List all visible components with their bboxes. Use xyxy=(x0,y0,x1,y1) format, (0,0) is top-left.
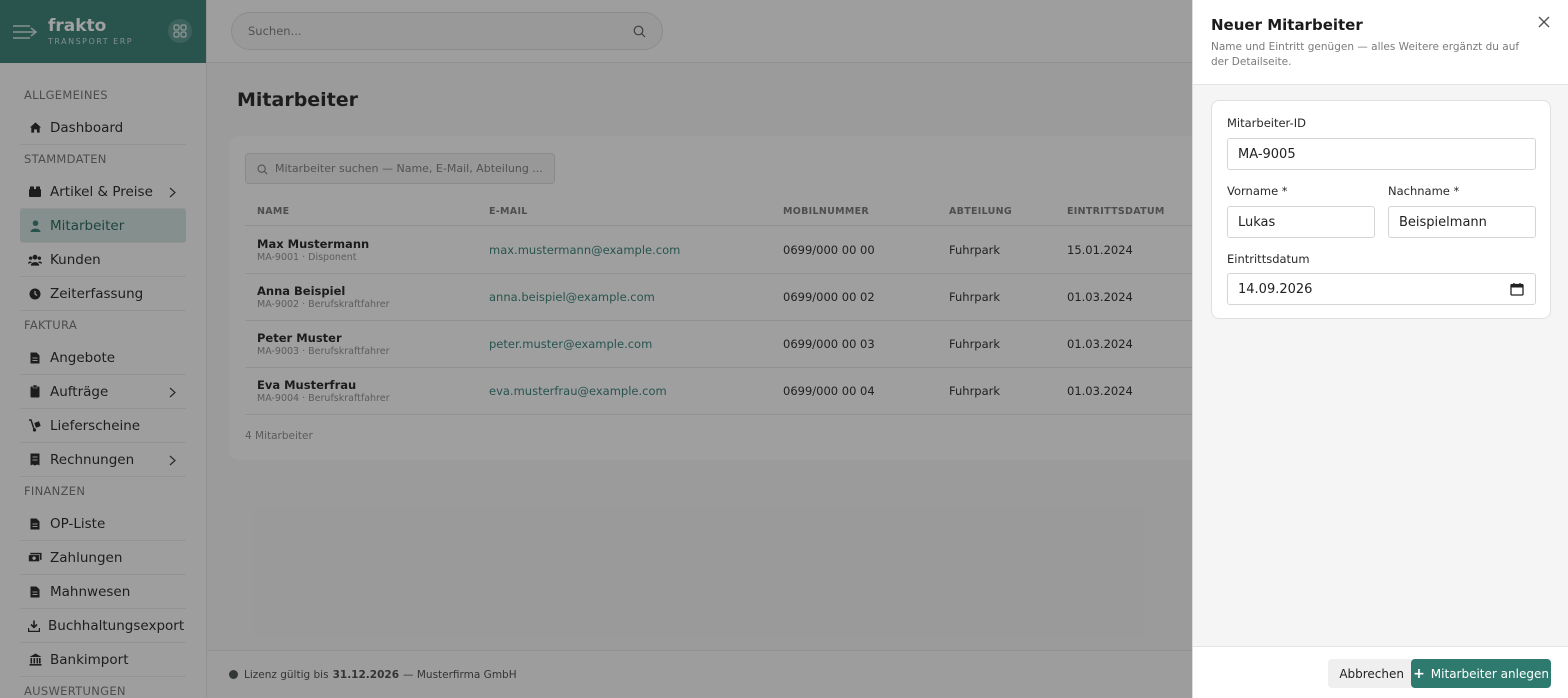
drawer-footer: Abbrechen + Mitarbeiter anlegen xyxy=(1193,646,1568,698)
start-date-value: 14.09.2026 xyxy=(1238,281,1313,297)
first-name-value: Lukas xyxy=(1238,214,1276,230)
employee-id-field[interactable]: MA-9005 xyxy=(1227,138,1536,170)
drawer-subtitle: Name und Eintritt genügen — alles Weiter… xyxy=(1211,41,1520,68)
create-employee-label: Mitarbeiter anlegen xyxy=(1430,666,1549,681)
cancel-button[interactable]: Abbrechen xyxy=(1328,659,1415,688)
modal-backdrop[interactable] xyxy=(0,0,1192,698)
employee-id-label: Mitarbeiter-ID xyxy=(1227,116,1306,130)
create-employee-button[interactable]: + Mitarbeiter anlegen xyxy=(1411,659,1551,688)
start-date-label: Eintrittsdatum xyxy=(1227,252,1310,266)
employee-id-value: MA-9005 xyxy=(1238,146,1296,162)
last-name-field[interactable]: Beispielmann xyxy=(1388,206,1536,238)
start-date-field[interactable]: 14.09.2026 xyxy=(1227,273,1536,305)
employee-form: Mitarbeiter-ID MA-9005 Vorname * Lukas N… xyxy=(1211,100,1551,319)
close-icon[interactable] xyxy=(1536,14,1552,30)
first-name-field[interactable]: Lukas xyxy=(1227,206,1375,238)
last-name-label: Nachname * xyxy=(1388,184,1460,198)
first-name-label: Vorname * xyxy=(1227,184,1288,198)
drawer-title: Neuer Mitarbeiter xyxy=(1211,16,1363,34)
drawer-header: Neuer Mitarbeiter Name und Eintritt genü… xyxy=(1193,0,1568,85)
plus-icon: + xyxy=(1413,665,1425,682)
new-employee-drawer: Neuer Mitarbeiter Name und Eintritt genü… xyxy=(1192,0,1568,698)
calendar-icon[interactable] xyxy=(1510,282,1524,296)
last-name-value: Beispielmann xyxy=(1399,214,1487,230)
